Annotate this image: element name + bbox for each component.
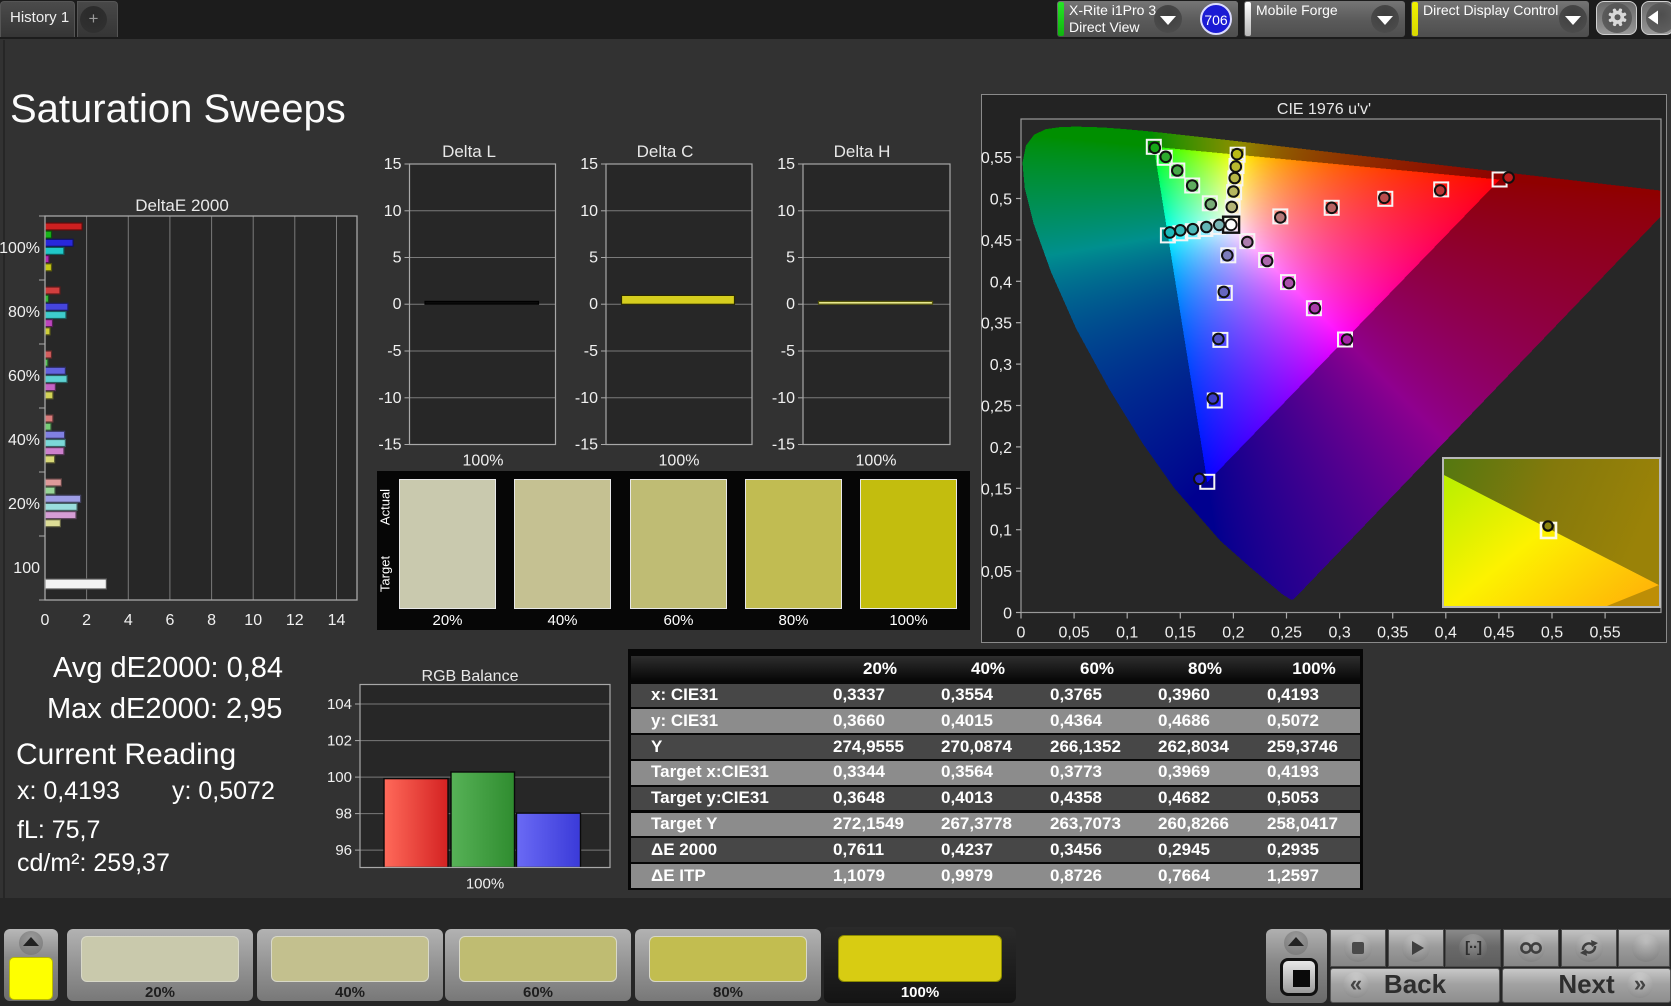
svg-text:-10: -10 — [575, 390, 598, 407]
svg-text:-15: -15 — [772, 437, 795, 454]
svg-text:100: 100 — [327, 769, 352, 786]
svg-text:100%: 100% — [0, 240, 40, 257]
svg-text:Delta H: Delta H — [834, 142, 891, 161]
svg-text:0,5: 0,5 — [1541, 625, 1563, 642]
svg-text:80%: 80% — [8, 304, 40, 321]
svg-text:0,05: 0,05 — [981, 564, 1012, 581]
svg-text:0,5: 0,5 — [990, 192, 1012, 209]
svg-text:12: 12 — [286, 612, 304, 629]
svg-text:100%: 100% — [466, 876, 504, 893]
svg-text:5: 5 — [393, 250, 402, 267]
svg-text:RGB Balance: RGB Balance — [422, 668, 519, 685]
svg-text:14: 14 — [328, 612, 346, 629]
svg-text:100%: 100% — [659, 453, 700, 470]
svg-text:0,55: 0,55 — [1590, 625, 1621, 642]
svg-text:20%: 20% — [8, 496, 40, 513]
svg-text:-5: -5 — [781, 343, 795, 360]
svg-text:DeltaE 2000: DeltaE 2000 — [135, 196, 229, 215]
svg-text:-10: -10 — [378, 390, 401, 407]
svg-text:0: 0 — [786, 296, 795, 313]
svg-text:0: 0 — [393, 296, 402, 313]
svg-text:0,15: 0,15 — [1165, 625, 1196, 642]
svg-text:-15: -15 — [575, 437, 598, 454]
svg-text:15: 15 — [384, 156, 402, 173]
svg-text:100%: 100% — [856, 453, 897, 470]
svg-text:100: 100 — [13, 560, 40, 577]
svg-text:Delta L: Delta L — [442, 142, 496, 161]
svg-text:0,45: 0,45 — [1483, 625, 1514, 642]
svg-text:96: 96 — [335, 842, 352, 859]
svg-text:-10: -10 — [772, 390, 795, 407]
svg-text:60%: 60% — [8, 368, 40, 385]
svg-text:0,35: 0,35 — [1377, 625, 1408, 642]
svg-text:0,05: 0,05 — [1059, 625, 1090, 642]
svg-text:0,3: 0,3 — [990, 357, 1012, 374]
svg-text:0,2: 0,2 — [990, 440, 1012, 457]
svg-text:2: 2 — [82, 612, 91, 629]
svg-text:6: 6 — [165, 612, 174, 629]
svg-text:0: 0 — [1003, 606, 1012, 623]
svg-text:0,45: 0,45 — [981, 233, 1012, 250]
svg-text:8: 8 — [207, 612, 216, 629]
svg-text:0,2: 0,2 — [1222, 625, 1244, 642]
svg-text:102: 102 — [327, 733, 352, 750]
svg-text:0,3: 0,3 — [1328, 625, 1350, 642]
svg-text:98: 98 — [335, 806, 352, 823]
svg-text:-5: -5 — [584, 343, 598, 360]
svg-text:104: 104 — [327, 696, 352, 713]
svg-text:0,1: 0,1 — [1116, 625, 1138, 642]
svg-text:15: 15 — [580, 156, 598, 173]
svg-text:0,35: 0,35 — [981, 316, 1012, 333]
svg-text:0: 0 — [589, 296, 598, 313]
svg-text:0: 0 — [1017, 625, 1026, 642]
svg-text:-15: -15 — [378, 437, 401, 454]
svg-text:0,25: 0,25 — [1271, 625, 1302, 642]
svg-text:4: 4 — [124, 612, 133, 629]
svg-text:15: 15 — [777, 156, 795, 173]
svg-text:0,4: 0,4 — [1435, 625, 1457, 642]
svg-text:0,25: 0,25 — [981, 399, 1012, 416]
svg-text:0: 0 — [41, 612, 50, 629]
svg-text:0,1: 0,1 — [990, 523, 1012, 540]
svg-text:Delta C: Delta C — [637, 142, 694, 161]
svg-text:10: 10 — [580, 203, 598, 220]
svg-text:40%: 40% — [8, 432, 40, 449]
svg-text:0,55: 0,55 — [981, 150, 1012, 167]
svg-text:0,4: 0,4 — [990, 274, 1012, 291]
svg-text:-5: -5 — [387, 343, 401, 360]
svg-text:0,15: 0,15 — [981, 481, 1012, 498]
svg-text:100%: 100% — [463, 453, 504, 470]
svg-text:10: 10 — [244, 612, 262, 629]
svg-text:10: 10 — [384, 203, 402, 220]
svg-text:5: 5 — [786, 250, 795, 267]
svg-text:5: 5 — [589, 250, 598, 267]
svg-text:10: 10 — [777, 203, 795, 220]
